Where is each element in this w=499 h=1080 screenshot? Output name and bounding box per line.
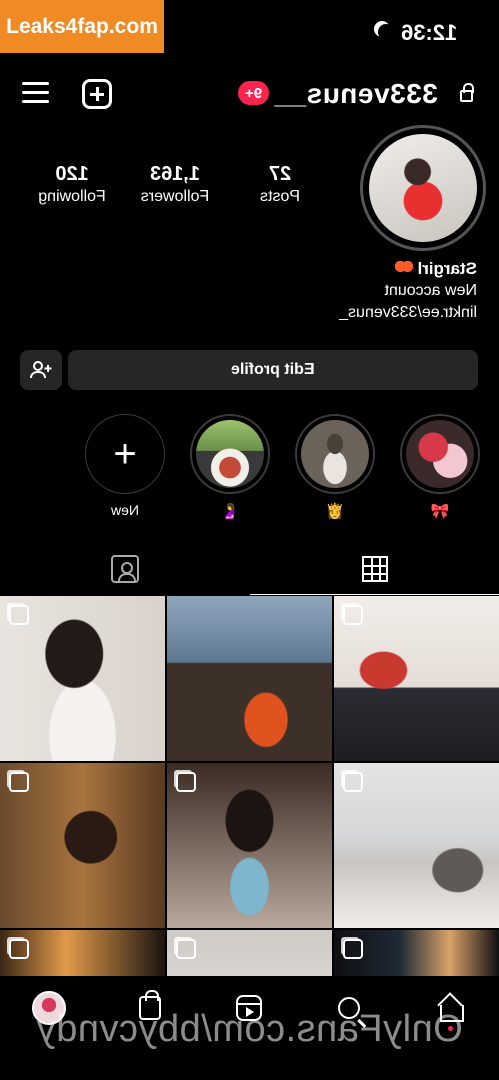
highlight-3[interactable]: 🤰 [190, 414, 270, 520]
bio-line: New account [384, 282, 478, 299]
grid-icon [361, 555, 388, 582]
stat-following[interactable]: 120 Following [27, 163, 117, 206]
posts-grid [0, 596, 499, 976]
watermark-badge: Leaks4fap.com [0, 0, 164, 53]
home-icon [437, 996, 464, 1022]
plus-square-icon[interactable] [82, 79, 112, 109]
shop-bag-icon [139, 990, 161, 1020]
post-thumbnail[interactable] [167, 763, 332, 928]
nav-profile[interactable] [31, 990, 67, 1026]
highlight-cover [196, 420, 264, 488]
stat-value: 27 [268, 163, 292, 185]
highlight-new-label: New [110, 502, 139, 518]
highlight-cover [406, 420, 474, 488]
stat-value: 120 [55, 163, 89, 185]
reels-icon [236, 995, 262, 1021]
tab-posts-grid[interactable] [250, 543, 499, 595]
post-thumbnail[interactable] [0, 763, 165, 928]
highlight-new[interactable]: + New [85, 414, 165, 520]
multi-post-icon [343, 939, 363, 959]
heart-icon [395, 260, 414, 276]
add-friend-button[interactable] [20, 350, 62, 390]
nav-search[interactable] [331, 990, 367, 1026]
username-title[interactable]: 333venus__ [274, 78, 438, 110]
multi-post-icon [343, 772, 363, 792]
highlight-cover [301, 420, 369, 488]
profile-avatar-icon [32, 991, 66, 1025]
add-person-icon [30, 361, 52, 379]
stat-label: Following [38, 188, 106, 205]
profile-bio: Stargirl New account linktr.ee/333venus_ [277, 258, 477, 324]
stat-label: Posts [260, 188, 301, 205]
profile-header: 9+ 333venus__ [0, 70, 499, 120]
stat-followers[interactable]: 1,163 Followers [130, 163, 220, 206]
hamburger-menu-icon[interactable] [22, 82, 49, 104]
nav-reels[interactable] [231, 990, 267, 1026]
post-thumbnail[interactable] [167, 596, 332, 761]
post-thumbnail[interactable] [167, 930, 332, 976]
highlight-1[interactable]: 🎀 [400, 414, 480, 520]
highlight-caption: 🤰 [220, 503, 240, 520]
edit-profile-button[interactable]: Edit profile [68, 350, 478, 390]
post-thumbnail[interactable] [334, 763, 499, 928]
highlight-caption: 🎀 [430, 503, 450, 520]
multi-post-icon [9, 605, 29, 625]
nav-home[interactable] [432, 990, 468, 1026]
plus-icon: + [85, 414, 165, 494]
notification-dot [448, 1026, 453, 1031]
multi-post-icon [176, 939, 196, 959]
search-icon [338, 997, 360, 1019]
profile-avatar[interactable] [360, 125, 486, 251]
moon-icon [378, 24, 394, 40]
edit-profile-label: Edit profile [231, 361, 315, 378]
multi-post-icon [176, 772, 196, 792]
stat-value: 1,163 [149, 163, 201, 185]
multi-post-icon [343, 605, 363, 625]
multi-post-icon [9, 772, 29, 792]
tagged-user-icon [110, 555, 139, 583]
bottom-nav [0, 976, 499, 1080]
bio-link[interactable]: linktr.ee/333venus_ [277, 302, 477, 324]
profile-tabs [0, 543, 499, 595]
stat-label: Followers [140, 188, 210, 205]
multi-post-icon [9, 939, 29, 959]
stat-posts[interactable]: 27 Posts [235, 163, 325, 206]
post-thumbnail[interactable] [0, 930, 165, 976]
display-name: Stargirl [417, 259, 477, 278]
post-thumbnail[interactable] [334, 930, 499, 976]
notification-badge[interactable]: 9+ [238, 81, 269, 105]
tab-tagged[interactable] [0, 543, 249, 595]
nav-shop[interactable] [132, 990, 168, 1026]
highlight-caption: 👸 [325, 503, 345, 520]
lock-icon [460, 83, 474, 102]
post-thumbnail[interactable] [334, 596, 499, 761]
highlight-2[interactable]: 👸 [295, 414, 375, 520]
status-time: 12:36 [400, 20, 457, 45]
post-thumbnail[interactable] [0, 596, 165, 761]
